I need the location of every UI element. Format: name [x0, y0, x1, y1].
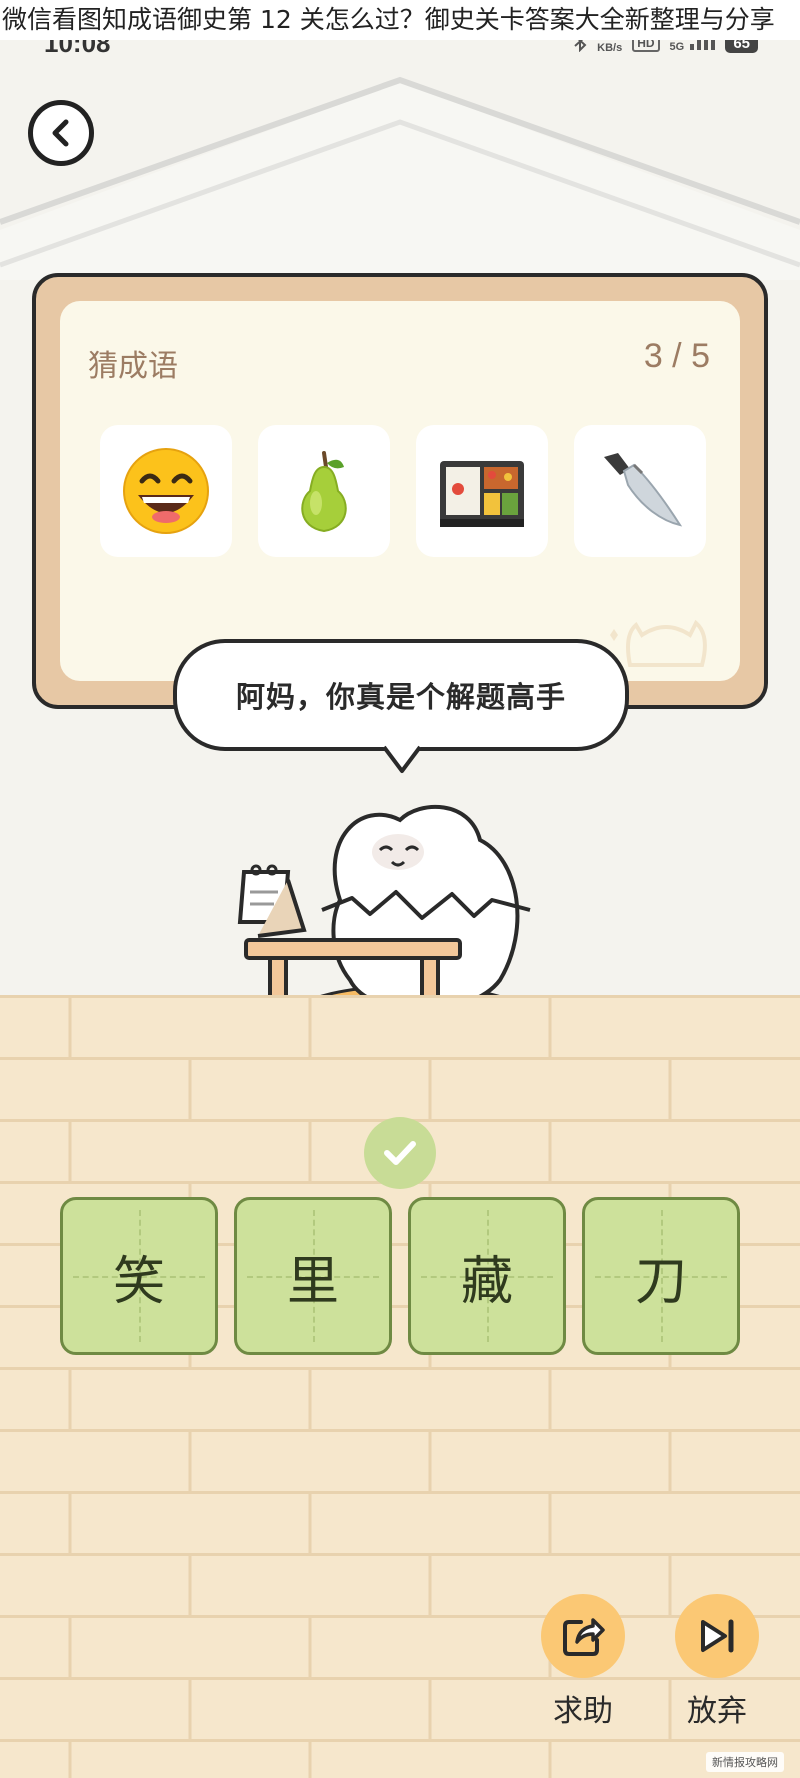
watermark-cat-doodle — [610, 619, 707, 667]
roof-outline — [0, 76, 800, 280]
check-icon — [384, 1141, 416, 1165]
puzzle-title: 猜成语 — [88, 349, 178, 384]
clue-tile-pear — [258, 425, 390, 557]
help-button[interactable]: 求助 — [538, 1594, 628, 1730]
bento-box-icon — [440, 461, 524, 527]
answer-char-4[interactable]: 刀 — [582, 1197, 740, 1355]
help-button-circle[interactable] — [541, 1594, 625, 1678]
pear-icon — [301, 451, 347, 533]
article-title-banner: 微信看图知成语御史第 12 关怎么过？御史关卡答案大全新整理与分享 — [0, 0, 800, 40]
speech-bubble: 阿妈，你真是个解题高手 — [173, 639, 629, 751]
puzzle-board-inner: 猜成语 3 / 5 — [60, 301, 740, 681]
answer-char-2[interactable]: 里 — [234, 1197, 392, 1355]
grinning-face-icon — [123, 448, 209, 534]
answer-char-3[interactable]: 藏 — [408, 1197, 566, 1355]
skip-button-circle[interactable] — [675, 1594, 759, 1678]
speech-text: 阿妈，你真是个解题高手 — [235, 680, 566, 714]
puzzle-progress: 3 / 5 — [643, 337, 710, 375]
site-watermark: 新情报攻略网 — [706, 1752, 784, 1772]
correct-check-badge — [364, 1117, 436, 1189]
clue-tile-kitchen-knife — [574, 425, 706, 557]
clue-tile-grinning-face — [100, 425, 232, 557]
help-label: 求助 — [553, 1694, 613, 1729]
answer-char-1[interactable]: 笑 — [60, 1197, 218, 1355]
skip-label: 放弃 — [687, 1694, 747, 1729]
chevron-left-icon — [52, 119, 69, 147]
share-icon — [563, 1618, 605, 1656]
skip-next-icon — [701, 1619, 734, 1653]
skip-button[interactable]: 放弃 — [672, 1594, 762, 1730]
clue-tile-bento-box — [416, 425, 548, 557]
back-button[interactable] — [28, 100, 94, 166]
speech-bubble-tail — [382, 745, 422, 773]
kitchen-knife-icon — [604, 453, 683, 527]
